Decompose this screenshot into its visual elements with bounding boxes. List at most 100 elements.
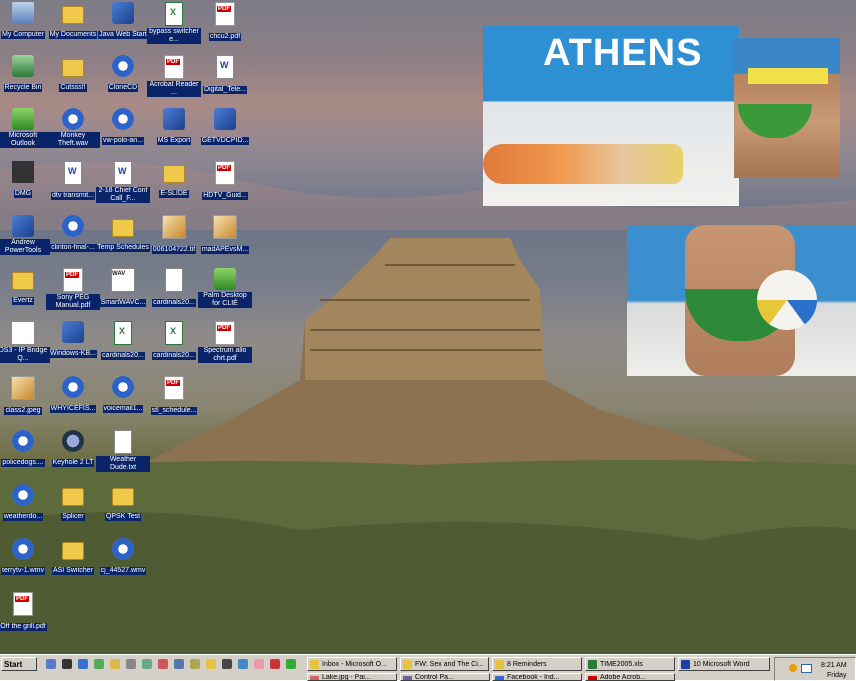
quick-launch-icon[interactable] <box>94 659 104 669</box>
desktop-icon[interactable]: Temp Schedules <box>96 215 150 257</box>
excel-icon <box>165 321 183 345</box>
taskbar-button[interactable]: Inbox - Microsoft O... <box>307 657 397 671</box>
desktop-icon[interactable]: WHYICEFIS... <box>46 376 100 418</box>
desktop-icon[interactable]: voicemail1... <box>96 376 150 418</box>
taskbar-button[interactable]: FW: Sex and The Ci... <box>400 657 489 671</box>
player-suit <box>738 104 812 138</box>
desktop-icon[interactable]: Splicer <box>46 484 100 526</box>
desktop-icon-label: cj_44527.wmv <box>99 567 147 575</box>
desktop-icon[interactable]: GETVDCPID... <box>198 108 252 150</box>
desktop-icon[interactable]: stl_schedule... <box>147 376 201 420</box>
clonecd-icon <box>112 55 134 77</box>
desktop-icon[interactable]: Sony PEG Manual.pdf <box>46 268 100 315</box>
desktop-icon-label: SmartWAVC... <box>99 299 147 307</box>
desktop-icon-label: chcu2.pdf <box>208 33 242 41</box>
desktop-icon[interactable]: Java Web Start <box>96 2 150 44</box>
quick-launch-icon[interactable] <box>158 659 168 669</box>
desktop-icon[interactable]: My Documents <box>46 2 100 44</box>
quick-launch-icon[interactable] <box>206 659 216 669</box>
desktop-icon-label: dtv transmit... <box>50 192 95 200</box>
desktop-icon[interactable]: My Computer <box>0 2 50 44</box>
recycle-bin-icon <box>12 55 34 77</box>
quick-launch-icon[interactable] <box>190 659 200 669</box>
desktop-icon-label: stl_schedule... <box>150 407 198 415</box>
desktop-icon[interactable]: Recycle Bin <box>0 55 50 97</box>
quick-launch-icon[interactable] <box>270 659 280 669</box>
desktop-icon[interactable]: SmartWAVC... <box>96 268 150 312</box>
mail-icon <box>11 321 35 345</box>
desktop: ATHENS My Computer My Documents Java Web S… <box>0 0 856 654</box>
mail-icon[interactable] <box>801 664 812 673</box>
quick-launch-icon[interactable] <box>238 659 248 669</box>
desktop-icon[interactable]: QPSK Test <box>96 484 150 526</box>
desktop-icon-label: DS3 - IP Bridge Q... <box>0 347 50 363</box>
desktop-icon[interactable]: Microsoft Outlook <box>0 108 50 153</box>
desktop-icon[interactable]: Andrew PowerTools <box>0 215 50 260</box>
desktop-icon[interactable]: Monkey Theft.wav <box>46 108 100 153</box>
desktop-icon[interactable]: cardinals20... <box>147 321 201 365</box>
desktop-icon[interactable]: 2-18 Chief Conf Call_F... <box>96 161 150 208</box>
quick-launch-icon[interactable] <box>254 659 264 669</box>
desktop-icon[interactable]: Acrobat Reader ... <box>147 55 201 102</box>
quick-launch-icon[interactable] <box>286 659 296 669</box>
desktop-icon[interactable]: policedogs.... <box>0 430 50 472</box>
desktop-icon[interactable]: cardinals20... <box>147 268 201 312</box>
desktop-icon[interactable]: terrytv-1.wmv <box>0 538 50 580</box>
desktop-icon[interactable]: bypass switcher e... <box>147 2 201 49</box>
desktop-icon[interactable]: clinton-final-... <box>46 215 100 257</box>
desktop-icon[interactable]: ASI Switcher <box>46 538 100 580</box>
media-icon <box>62 108 84 130</box>
desktop-icon[interactable]: dtv transmit... <box>46 161 100 205</box>
taskbar-button[interactable]: 8 Reminders <box>492 657 582 671</box>
desktop-icon[interactable]: weatherdo... <box>0 484 50 526</box>
start-button[interactable]: Start <box>1 657 37 671</box>
desktop-icon[interactable]: Digital_Tele... <box>198 55 252 99</box>
desktop-icon[interactable]: Off the grill.pdf <box>0 592 50 636</box>
messenger-icon[interactable] <box>789 664 797 672</box>
desktop-icon[interactable]: Keyhole 2 LT <box>46 430 100 472</box>
desktop-icon[interactable]: cardinals20... <box>96 321 150 365</box>
desktop-icon[interactable]: cj_44527.wmv <box>96 538 150 580</box>
desktop-icon-grid: My ComputerMy DocumentsJava Web Startbyp… <box>0 0 252 654</box>
quick-launch-icon[interactable] <box>174 659 184 669</box>
desktop-icon[interactable]: madAPEvsM... <box>198 215 252 259</box>
desktop-icon[interactable]: DS3 - IP Bridge Q... <box>0 321 50 368</box>
app-icon <box>62 321 84 343</box>
brasil-volleyball-photo-2 <box>627 225 856 376</box>
desktop-icon[interactable]: Palm Desktop for CLIÉ <box>198 268 252 313</box>
desktop-icon[interactable]: DMG <box>0 161 50 203</box>
desktop-icon[interactable]: E-SLIDE <box>147 161 201 203</box>
desktop-icon[interactable]: 006104722.tif <box>147 215 201 259</box>
image-icon <box>11 376 35 400</box>
taskbar-button[interactable]: TIME2005.xls <box>585 657 675 671</box>
quick-launch-icon[interactable] <box>46 659 56 669</box>
desktop-icon[interactable]: Spectrum allo chrt.pdf <box>198 321 252 368</box>
quick-launch-icon[interactable] <box>110 659 120 669</box>
desktop-icon-label: cardinals20... <box>101 352 145 360</box>
quick-launch-icon[interactable] <box>222 659 232 669</box>
taskbar-button[interactable]: 10 Microsoft Word <box>678 657 770 671</box>
desktop-icon[interactable]: class2.jpeg <box>0 376 50 420</box>
word-icon <box>114 161 132 185</box>
desktop-icon[interactable]: Weather Dude.txt <box>96 430 150 477</box>
desktop-icon[interactable]: chcu2.pdf <box>198 2 252 46</box>
folder-icon <box>62 488 84 506</box>
desktop-icon[interactable]: HDTV_Guid... <box>198 161 252 205</box>
quick-launch-icon[interactable] <box>126 659 136 669</box>
desktop-icon[interactable]: Cutsss!! <box>46 55 100 97</box>
image-icon <box>213 215 237 239</box>
ie-icon[interactable] <box>78 659 88 669</box>
app-icon <box>163 108 185 130</box>
quick-launch-icon[interactable] <box>62 659 72 669</box>
desktop-icon[interactable]: MS Export <box>147 108 201 150</box>
desktop-icon[interactable]: Windows-KB... <box>46 321 100 363</box>
clock[interactable]: 8:21 AM <box>821 662 847 669</box>
athens-banner-text: ATHENS <box>543 32 703 74</box>
quick-launch-icon[interactable] <box>142 659 152 669</box>
excel-icon <box>165 2 183 26</box>
volleyball <box>757 270 817 330</box>
desktop-icon[interactable]: vw-polo-an... <box>96 108 150 150</box>
desktop-icon[interactable]: CloneCD <box>96 55 150 97</box>
desktop-icon[interactable]: Evertz <box>0 268 50 310</box>
image-icon <box>162 215 186 239</box>
